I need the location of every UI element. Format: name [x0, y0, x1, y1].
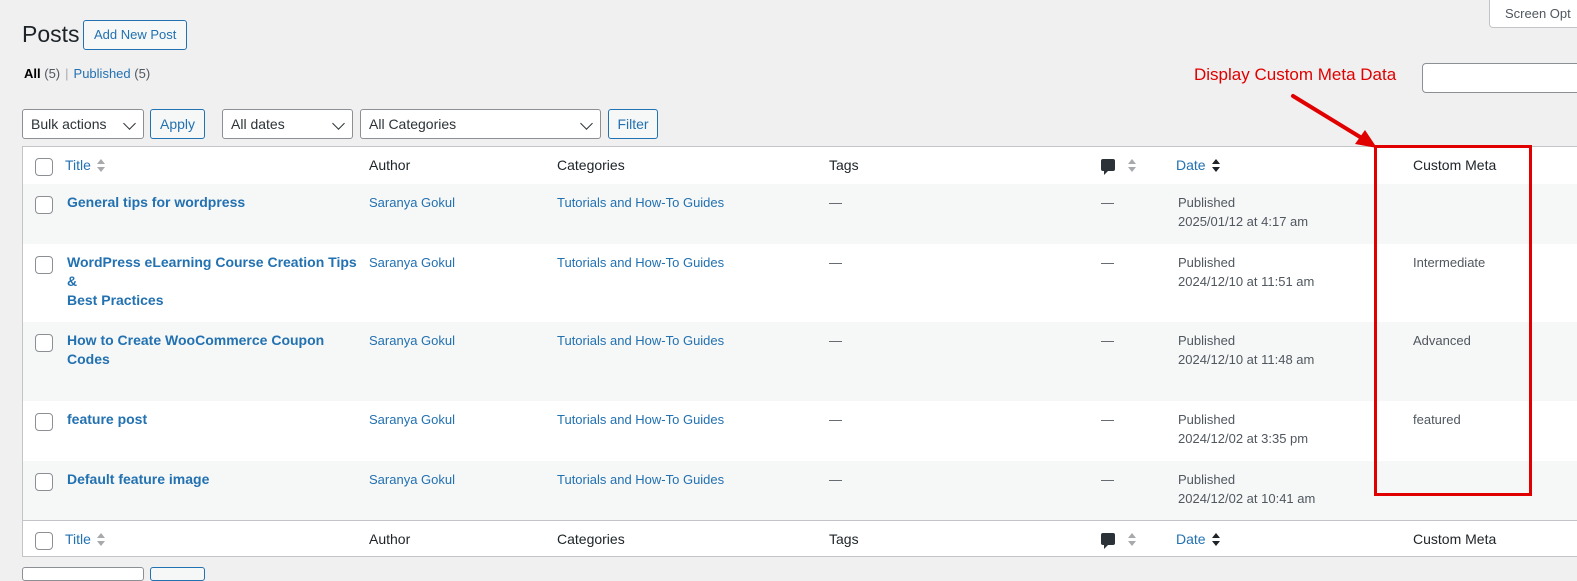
annotation-arrow-icon — [1291, 94, 1377, 148]
comment-bubble-icon[interactable] — [1101, 159, 1115, 175]
categories-filter-select[interactable]: All Categories — [360, 109, 601, 139]
column-tags-footer: Tags — [829, 531, 859, 547]
comment-bubble-icon[interactable] — [1101, 533, 1115, 549]
post-title-link[interactable]: feature post — [67, 410, 357, 429]
table-row: Default feature image Saranya Gokul Tuto… — [23, 461, 1577, 520]
screen-options-button[interactable]: Screen Opt — [1489, 0, 1577, 28]
date-cell: Published 2024/12/10 at 11:51 am — [1178, 255, 1315, 289]
column-title-footer[interactable]: Title — [65, 531, 106, 547]
posts-table: Title Author Categories Tags Date Custom… — [22, 146, 1577, 557]
bulk-actions-select[interactable]: Bulk actions — [22, 109, 144, 139]
author-link[interactable]: Saranya Gokul — [369, 331, 455, 350]
column-date-footer[interactable]: Date — [1176, 531, 1221, 547]
custom-meta-cell: Intermediate — [1413, 255, 1486, 270]
post-title-link[interactable]: Default feature image — [67, 470, 357, 489]
views-separator: | — [65, 66, 69, 81]
category-link[interactable]: Tutorials and How-To Guides — [557, 410, 724, 429]
author-link[interactable]: Saranya Gokul — [369, 410, 455, 429]
dates-filter-select[interactable]: All dates — [222, 109, 353, 139]
select-all-checkbox-footer[interactable] — [35, 532, 53, 550]
comments-cell: — — [1101, 412, 1114, 427]
comments-cell: — — [1101, 333, 1114, 348]
author-link[interactable]: Saranya Gokul — [369, 253, 455, 272]
table-row: How to Create WooCommerce Coupon Codes Sa… — [23, 322, 1577, 401]
post-title-link[interactable]: How to Create WooCommerce Coupon Codes — [67, 331, 357, 369]
published-count: (5) — [134, 66, 151, 81]
column-author-header: Author — [369, 157, 411, 173]
custom-meta-cell: Advanced — [1413, 333, 1471, 348]
sort-icon — [96, 533, 106, 547]
column-tags-header: Tags — [829, 157, 859, 173]
column-categories-footer: Categories — [557, 531, 625, 547]
view-all-link[interactable]: All (5) — [24, 66, 60, 81]
date-cell: Published 2024/12/10 at 11:48 am — [1178, 333, 1315, 367]
author-link[interactable]: Saranya Gokul — [369, 193, 455, 212]
column-custom-meta-footer: Custom Meta — [1413, 531, 1497, 547]
sort-icon — [96, 159, 106, 173]
column-author-footer: Author — [369, 531, 411, 547]
table-row: feature post Saranya Gokul Tutorials and… — [23, 401, 1577, 461]
filter-button[interactable]: Filter — [608, 109, 658, 139]
date-cell: Published 2024/12/02 at 3:35 pm — [1178, 412, 1309, 446]
category-link[interactable]: Tutorials and How-To Guides — [557, 253, 724, 272]
tags-cell: — — [829, 333, 842, 348]
row-checkbox[interactable] — [35, 473, 53, 491]
sort-desc-icon — [1211, 159, 1221, 173]
tags-cell: — — [829, 255, 842, 270]
page-title: Posts — [22, 21, 80, 47]
comments-cell: — — [1101, 472, 1114, 487]
table-header-row: Title Author Categories Tags Date Custom… — [23, 147, 1577, 185]
row-checkbox[interactable] — [35, 413, 53, 431]
table-row: WordPress eLearning Course Creation Tips… — [23, 244, 1577, 322]
add-new-post-button[interactable]: Add New Post — [83, 20, 188, 50]
date-cell: Published 2024/12/02 at 10:41 am — [1178, 472, 1316, 506]
table-row: General tips for wordpress Saranya Gokul… — [23, 184, 1577, 244]
category-link[interactable]: Tutorials and How-To Guides — [557, 470, 724, 489]
column-categories-header: Categories — [557, 157, 625, 173]
tags-cell: — — [829, 472, 842, 487]
tags-cell: — — [829, 195, 842, 210]
chevron-down-icon — [332, 117, 345, 130]
chevron-down-icon — [580, 117, 593, 130]
category-link[interactable]: Tutorials and How-To Guides — [557, 193, 724, 212]
apply-button-bottom[interactable] — [150, 567, 205, 581]
row-checkbox[interactable] — [35, 334, 53, 352]
tags-cell: — — [829, 412, 842, 427]
row-checkbox[interactable] — [35, 256, 53, 274]
sort-desc-icon — [1211, 533, 1221, 547]
table-footer-row: Title Author Categories Tags Date Custom… — [23, 520, 1577, 556]
comments-cell: — — [1101, 195, 1114, 210]
custom-meta-cell: featured — [1413, 412, 1461, 427]
annotation-label: Display Custom Meta Data — [1194, 65, 1397, 84]
chevron-down-icon — [123, 117, 136, 130]
post-status-views: All (5) | Published (5) — [24, 66, 150, 81]
search-input[interactable] — [1422, 63, 1577, 93]
view-published-link[interactable]: Published — [74, 66, 131, 81]
apply-button[interactable]: Apply — [150, 109, 205, 139]
author-link[interactable]: Saranya Gokul — [369, 470, 455, 489]
bulk-actions-select-bottom[interactable] — [22, 567, 144, 581]
column-date-header[interactable]: Date — [1176, 157, 1221, 173]
column-custom-meta-header: Custom Meta — [1413, 157, 1497, 173]
sort-icon[interactable] — [1127, 533, 1137, 547]
sort-icon[interactable] — [1127, 159, 1137, 173]
row-checkbox[interactable] — [35, 196, 53, 214]
post-title-link[interactable]: WordPress eLearning Course Creation Tips… — [67, 253, 357, 310]
category-link[interactable]: Tutorials and How-To Guides — [557, 331, 724, 350]
date-cell: Published 2025/01/12 at 4:17 am — [1178, 195, 1309, 229]
column-title-header[interactable]: Title — [65, 157, 106, 173]
comments-cell: — — [1101, 255, 1114, 270]
post-title-link[interactable]: General tips for wordpress — [67, 193, 357, 212]
select-all-checkbox[interactable] — [35, 158, 53, 176]
